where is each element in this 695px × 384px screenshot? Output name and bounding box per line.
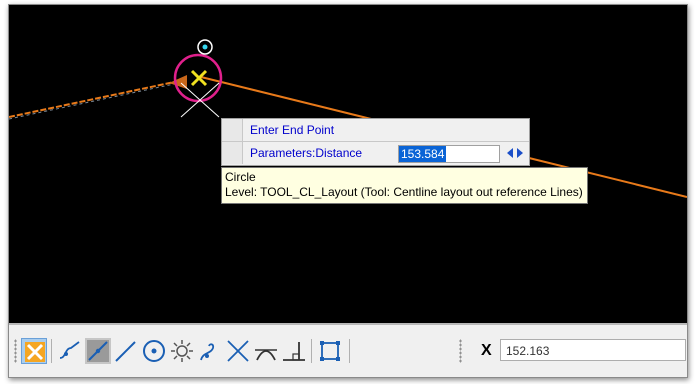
accudraw-prompt: Enter End Point Parameters:Distance 153.… [221,118,530,166]
toolbar-grip[interactable] [14,339,17,363]
toolbar-separator [51,339,52,363]
tooltip-element-type: Circle [225,170,256,184]
x-coordinate-input[interactable]: 152.163 [500,339,686,361]
midpoint-snap-icon[interactable] [85,338,111,364]
toolbar-separator [311,339,312,363]
toolbar-grip[interactable] [459,339,462,363]
prompt-gutter [222,142,243,164]
reference-line-left-shadow [9,82,180,120]
x-coordinate-label: X [481,342,492,359]
distance-input[interactable]: 153.584 [398,145,500,163]
toolbar-separator [349,339,350,363]
intersection-snap-icon[interactable] [225,338,251,364]
prompt-row-title: Enter End Point [222,119,529,142]
microstation-view-window: Enter End Point Parameters:Distance 153.… [8,4,688,378]
perpendicular-snap-icon[interactable] [281,338,307,364]
prompt-title: Enter End Point [250,123,335,137]
keypoint-snap-icon[interactable] [21,338,47,364]
prompt-gutter [222,119,243,141]
prompt-row-params: Parameters:Distance 153.584 [222,142,529,164]
arc-tangent-snap-icon[interactable] [253,338,279,364]
tooltip-level: Level: TOOL_CL_Layout (Tool: Centline la… [225,185,583,199]
tentative-point-dot [202,44,208,50]
drawing-canvas[interactable]: Enter End Point Parameters:Distance 153.… [9,5,687,323]
center-snap-icon[interactable] [141,338,167,364]
bisector-line-snap-icon[interactable] [113,338,139,364]
left-right-arrows-icon[interactable] [506,145,524,161]
tangent-snap-icon[interactable] [197,338,223,364]
reference-line-left [9,80,180,118]
element-info-tooltip: Circle Level: TOOL_CL_Layout (Tool: Cent… [221,167,588,204]
nearest-snap-icon[interactable] [57,338,83,364]
origin-snap-icon[interactable] [169,338,195,364]
snap-toolbar: X 152.163 [9,325,687,377]
point-on-snap-icon[interactable] [317,338,343,364]
param-label: Parameters:Distance [250,146,363,160]
distance-value[interactable]: 153.584 [399,146,447,162]
